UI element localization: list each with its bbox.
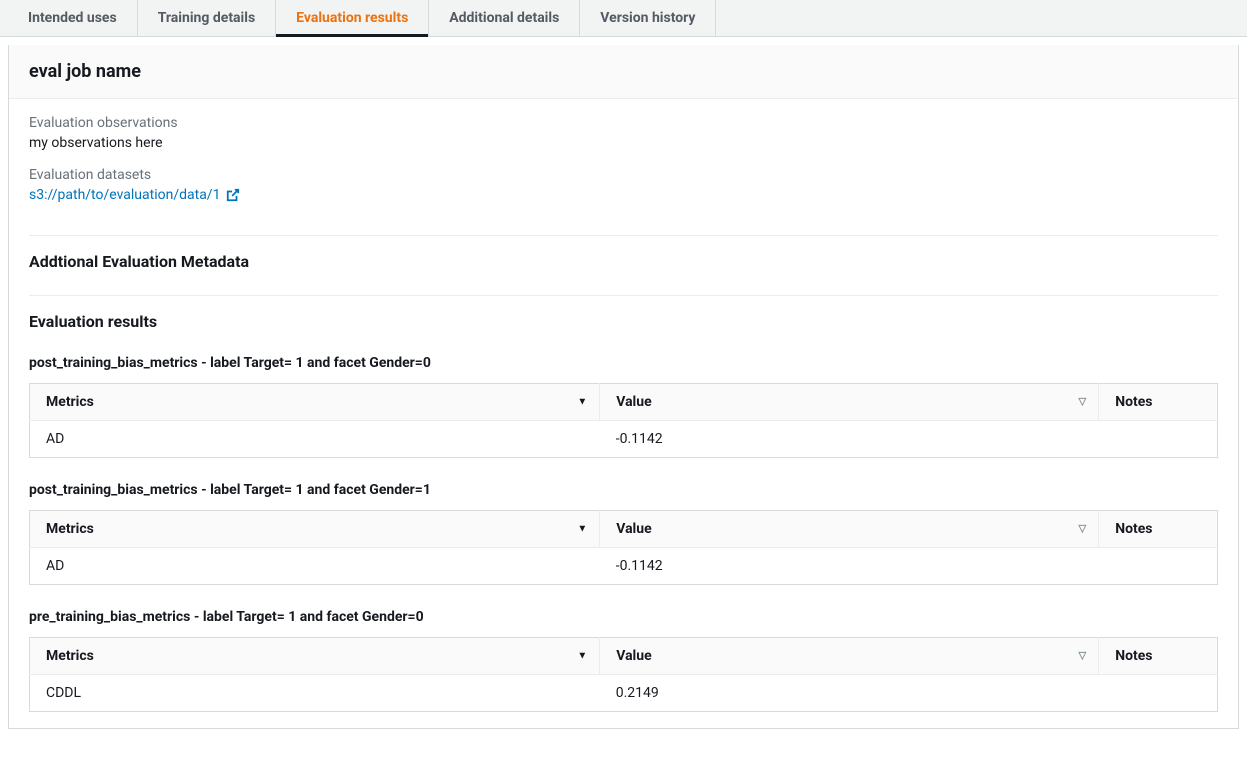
column-header-metrics[interactable]: Metrics ▼ (30, 511, 600, 548)
external-link-icon (226, 188, 240, 202)
cell-metrics: AD (30, 548, 600, 585)
column-header-value[interactable]: Value ▽ (600, 511, 1099, 548)
divider (29, 235, 1218, 236)
datasets-label: Evaluation datasets (29, 167, 1218, 183)
tab-version-history[interactable]: Version history (580, 0, 716, 36)
sort-icon: ▽ (1078, 651, 1086, 662)
additional-metadata-title: Addtional Evaluation Metadata (29, 252, 1218, 271)
sort-desc-icon: ▼ (577, 524, 587, 535)
table-title: pre_training_bias_metrics - label Target… (29, 609, 1218, 625)
tab-evaluation-results[interactable]: Evaluation results (276, 0, 429, 36)
column-header-notes[interactable]: Notes (1099, 511, 1218, 548)
tabs-bar: Intended uses Training details Evaluatio… (0, 0, 1247, 37)
cell-value: 0.2149 (600, 675, 1099, 712)
cell-notes (1099, 421, 1218, 458)
metrics-table: Metrics ▼ Value ▽ Notes AD -0.1142 (29, 510, 1218, 585)
metrics-table: Metrics ▼ Value ▽ Notes CDDL 0.2149 (29, 637, 1218, 712)
table-title: post_training_bias_metrics - label Targe… (29, 482, 1218, 498)
cell-value: -0.1142 (600, 421, 1099, 458)
cell-value: -0.1142 (600, 548, 1099, 585)
column-header-value[interactable]: Value ▽ (600, 384, 1099, 421)
metrics-table: Metrics ▼ Value ▽ Notes AD -0.1142 (29, 383, 1218, 458)
panel-title: eval job name (9, 45, 1238, 99)
table-row: AD -0.1142 (30, 421, 1218, 458)
sort-desc-icon: ▼ (577, 397, 587, 408)
cell-metrics: CDDL (30, 675, 600, 712)
divider (29, 295, 1218, 296)
sort-icon: ▽ (1078, 524, 1086, 535)
tab-training-details[interactable]: Training details (138, 0, 276, 36)
panel-body: Evaluation observations my observations … (9, 99, 1238, 728)
table-row: AD -0.1142 (30, 548, 1218, 585)
tab-additional-details[interactable]: Additional details (429, 0, 580, 36)
column-header-notes[interactable]: Notes (1099, 384, 1218, 421)
table-row: CDDL 0.2149 (30, 675, 1218, 712)
main-panel: eval job name Evaluation observations my… (8, 45, 1239, 729)
table-title: post_training_bias_metrics - label Targe… (29, 355, 1218, 371)
cell-notes (1099, 548, 1218, 585)
cell-metrics: AD (30, 421, 600, 458)
cell-notes (1099, 675, 1218, 712)
sort-icon: ▽ (1078, 397, 1086, 408)
observations-label: Evaluation observations (29, 115, 1218, 131)
column-header-metrics[interactable]: Metrics ▼ (30, 638, 600, 675)
tab-intended-uses[interactable]: Intended uses (8, 0, 138, 36)
column-header-value[interactable]: Value ▽ (600, 638, 1099, 675)
column-header-notes[interactable]: Notes (1099, 638, 1218, 675)
observations-value: my observations here (29, 135, 1218, 151)
datasets-link-text: s3://path/to/evaluation/data/1 (29, 187, 220, 203)
column-header-metrics[interactable]: Metrics ▼ (30, 384, 600, 421)
datasets-link[interactable]: s3://path/to/evaluation/data/1 (29, 187, 240, 203)
sort-desc-icon: ▼ (577, 651, 587, 662)
results-title: Evaluation results (29, 312, 1218, 331)
